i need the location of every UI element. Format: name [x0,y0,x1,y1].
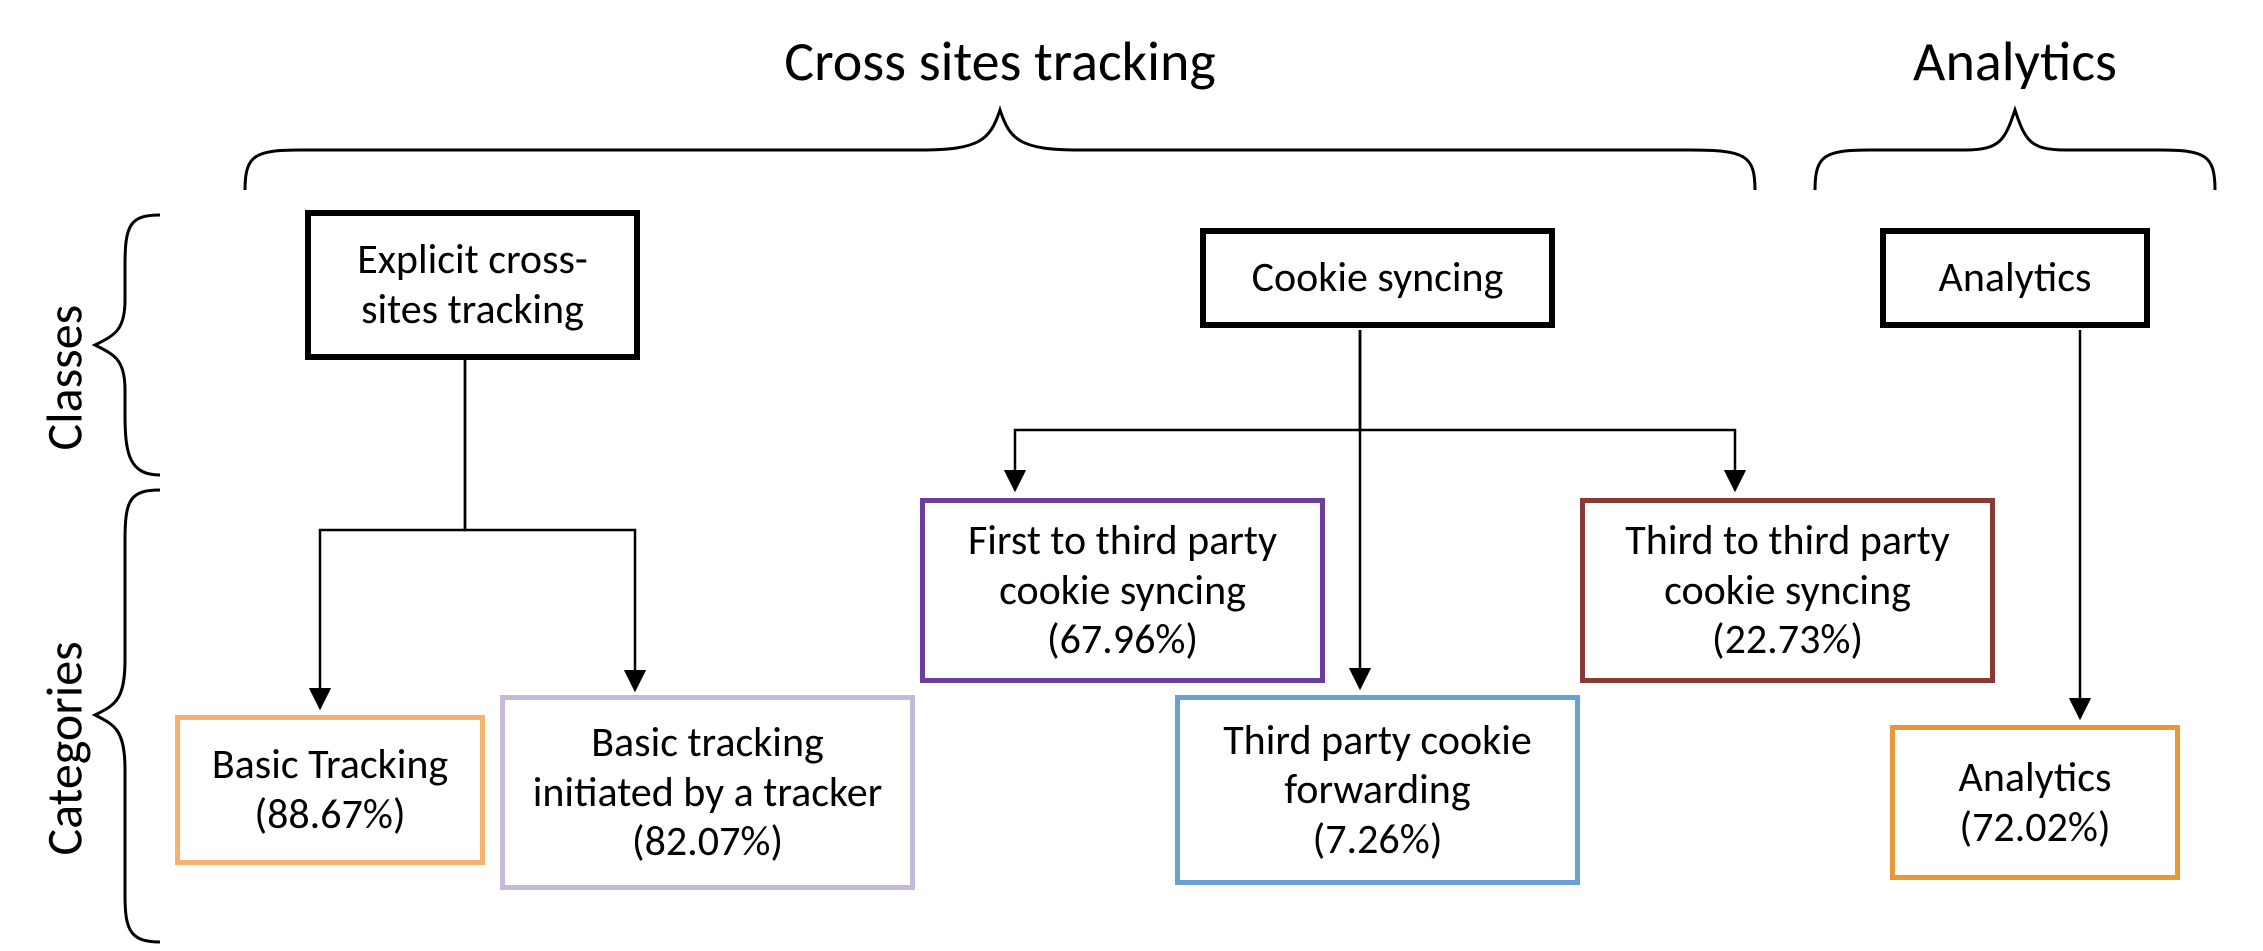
category-third-forwarding-line2: forwarding [1284,765,1470,815]
category-analytics-line1: Analytics [1959,753,2112,803]
arrow-explicit-to-basic [320,360,465,708]
class-explicit-cross-sites-tracking: Explicit cross- sites tracking [305,210,640,360]
brace-cross-sites [245,110,1755,190]
category-third-to-third-line1: Third to third party [1625,516,1949,566]
arrow-cookie-to-third-third [1360,330,1735,490]
category-analytics: Analytics (72.02%) [1890,725,2180,880]
category-basic-tracking-line1: Basic Tracking [212,740,448,790]
category-first-to-third-cookie-syncing: First to third party cookie syncing (67.… [920,498,1325,683]
category-third-forwarding-line1: Third party cookie [1223,716,1532,766]
category-analytics-line2: (72.02%) [1959,803,2110,853]
category-third-to-third-line3: (22.73%) [1712,615,1863,665]
category-first-to-third-line3: (67.96%) [1047,615,1198,665]
category-third-to-third-line2: cookie syncing [1664,566,1911,616]
class-cookie-syncing-line1: Cookie syncing [1252,253,1504,303]
class-cookie-syncing: Cookie syncing [1200,228,1555,328]
category-basic-tracking-initiated-line1: Basic tracking [591,718,824,768]
category-basic-tracking: Basic Tracking (88.67%) [175,715,485,865]
category-third-to-third-cookie-syncing: Third to third party cookie syncing (22.… [1580,498,1995,683]
brace-classes [95,215,160,475]
arrow-explicit-to-basic-initiated [465,360,635,690]
row-label-classes: Classes [35,251,96,451]
category-basic-tracking-initiated-line2: initiated by a tracker [533,768,883,818]
group-label-analytics: Analytics [1895,28,2135,96]
category-third-party-cookie-forwarding: Third party cookie forwarding (7.26%) [1175,695,1580,885]
brace-analytics [1815,110,2215,190]
brace-categories [95,490,160,942]
class-explicit-line1: Explicit cross- [357,235,588,285]
category-first-to-third-line1: First to third party [968,516,1277,566]
category-first-to-third-line2: cookie syncing [999,566,1246,616]
category-third-forwarding-line3: (7.26%) [1313,815,1443,865]
category-basic-tracking-initiated: Basic tracking initiated by a tracker (8… [500,695,915,890]
class-explicit-line2: sites tracking [361,285,584,335]
class-analytics-line1: Analytics [1939,253,2092,303]
arrow-cookie-to-first-third [1015,330,1360,490]
row-label-categories: Categories [35,586,96,856]
tracking-taxonomy-diagram: Cross sites tracking Analytics Classes C… [0,0,2263,951]
class-analytics: Analytics [1880,228,2150,328]
category-basic-tracking-line2: (88.67%) [254,790,405,840]
category-basic-tracking-initiated-line3: (82.07%) [632,817,783,867]
group-label-cross-sites: Cross sites tracking [740,28,1260,96]
